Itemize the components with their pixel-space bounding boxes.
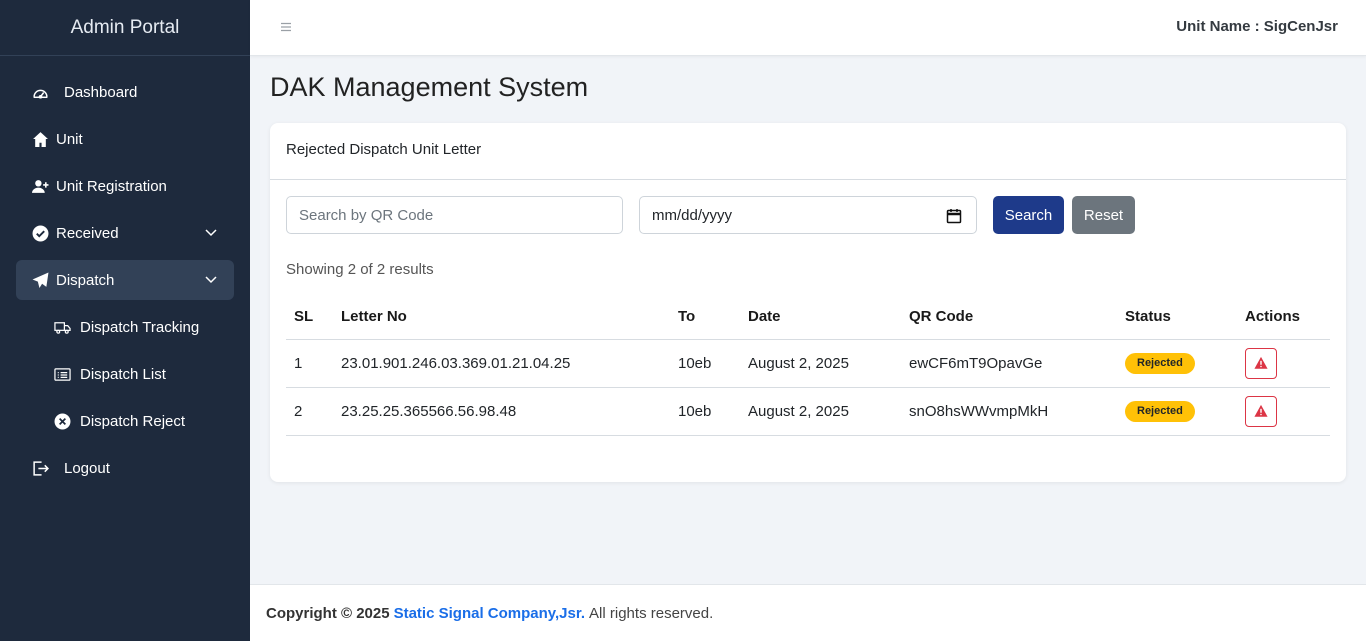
- results-count: Showing 2 of 2 results: [286, 261, 434, 278]
- top-bar: Unit Name : SigCenJsr: [250, 0, 1366, 56]
- sidebar-item-dashboard[interactable]: Dashboard: [16, 72, 234, 112]
- list-icon: [54, 366, 80, 383]
- column-header-date: Date: [740, 295, 901, 340]
- sidebar-item-label: Unit: [56, 130, 83, 148]
- cell-qr-code: ewCF6mT9OpavGe: [901, 339, 1117, 388]
- qr-search-placeholder: Search by QR Code: [299, 206, 434, 224]
- brand-title: Admin Portal: [0, 0, 250, 56]
- sidebar-item-received[interactable]: Received: [16, 213, 234, 253]
- sidebar-item-dispatch-list[interactable]: Dispatch List: [16, 354, 234, 394]
- warning-action-button[interactable]: [1245, 347, 1277, 379]
- calendar-icon[interactable]: [946, 208, 962, 224]
- reset-button[interactable]: Reset: [1072, 196, 1135, 234]
- footer-company-link[interactable]: Static Signal Company,Jsr.: [394, 605, 585, 622]
- cell-status: Rejected: [1117, 387, 1237, 436]
- paper-plane-icon: [32, 272, 56, 289]
- cell-to: 10eb: [670, 339, 740, 388]
- column-header-letter-no: Letter No: [333, 295, 670, 340]
- sidebar-item-label: Dashboard: [64, 83, 138, 101]
- unit-name-label: Unit Name : SigCenJsr: [1176, 18, 1338, 35]
- footer: Copyright © 2025 Static Signal Company,J…: [250, 584, 1366, 641]
- house-icon: [32, 131, 56, 148]
- sidebar-item-label: Dispatch: [56, 271, 115, 289]
- dashboard-gauge-icon: [32, 84, 56, 101]
- sidebar-item-unit-registration[interactable]: Unit Registration: [16, 166, 234, 206]
- column-header-actions: Actions: [1237, 295, 1330, 340]
- sidebar-item-unit[interactable]: Unit: [16, 119, 234, 159]
- sidebar-item-label: Dispatch Tracking: [80, 318, 200, 336]
- check-circle-icon: [32, 225, 56, 242]
- column-header-sl: SL: [286, 295, 333, 340]
- sidebar-item-label: Unit Registration: [56, 177, 167, 195]
- x-circle-icon: [54, 413, 80, 430]
- search-button[interactable]: Search: [993, 196, 1064, 234]
- cell-sl: 1: [286, 339, 333, 388]
- sidebar: Admin Portal Dashboard Unit Unit Registr…: [0, 0, 250, 641]
- date-filter-input[interactable]: mm/dd/yyyy: [639, 196, 977, 234]
- cell-date: August 2, 2025: [740, 387, 901, 436]
- footer-copyright: Copyright © 2025: [266, 604, 390, 622]
- sidebar-item-dispatch[interactable]: Dispatch: [16, 260, 234, 300]
- cell-to: 10eb: [670, 387, 740, 436]
- sidebar-item-label: Dispatch Reject: [80, 412, 186, 430]
- date-placeholder: mm/dd/yyyy: [652, 206, 733, 224]
- cell-status: Rejected: [1117, 339, 1237, 388]
- cell-qr-code: snO8hsWWvmpMkH: [901, 387, 1117, 436]
- hamburger-menu-icon[interactable]: [280, 20, 292, 34]
- column-header-qr-code: QR Code: [901, 295, 1117, 340]
- column-header-status: Status: [1117, 295, 1237, 340]
- chevron-down-icon: [205, 229, 217, 237]
- table-row: 2 23.25.25.365566.56.98.48 10eb August 2…: [286, 387, 1330, 436]
- chevron-down-icon: [205, 276, 217, 284]
- qr-search-input[interactable]: Search by QR Code: [286, 196, 623, 234]
- truck-icon: [54, 319, 80, 336]
- user-plus-icon: [32, 178, 56, 195]
- cell-actions: [1237, 387, 1330, 436]
- results-table: SL Letter No To Date QR Code Status Acti…: [286, 295, 1330, 436]
- warning-triangle-icon: [1254, 404, 1268, 417]
- sidebar-item-label: Dispatch List: [80, 365, 166, 383]
- logout-icon: [32, 460, 56, 477]
- cell-date: August 2, 2025: [740, 339, 901, 388]
- column-header-to: To: [670, 295, 740, 340]
- page-title: DAK Management System: [270, 72, 589, 102]
- rejected-dispatch-card: Rejected Dispatch Unit Letter Search by …: [270, 123, 1346, 482]
- warning-triangle-icon: [1254, 356, 1268, 369]
- sidebar-item-logout[interactable]: Logout: [16, 448, 234, 488]
- status-badge: Rejected: [1125, 400, 1195, 422]
- footer-rights: All rights reserved.: [589, 604, 714, 622]
- card-header: Rejected Dispatch Unit Letter: [270, 123, 1346, 180]
- sidebar-item-dispatch-tracking[interactable]: Dispatch Tracking: [16, 307, 234, 347]
- dispatch-submenu: Dispatch Tracking Dispatch List Dispatch…: [0, 307, 250, 441]
- cell-sl: 2: [286, 387, 333, 436]
- cell-letter-no: 23.25.25.365566.56.98.48: [333, 387, 670, 436]
- warning-action-button[interactable]: [1245, 395, 1277, 427]
- sidebar-item-dispatch-reject[interactable]: Dispatch Reject: [16, 401, 234, 441]
- cell-letter-no: 23.01.901.246.03.369.01.21.04.25: [333, 339, 670, 388]
- status-badge: Rejected: [1125, 352, 1195, 374]
- sidebar-item-label: Logout: [64, 459, 110, 477]
- sidebar-nav: Dashboard Unit Unit Registration Receive…: [0, 56, 250, 488]
- sidebar-item-label: Received: [56, 224, 119, 242]
- table-row: 1 23.01.901.246.03.369.01.21.04.25 10eb …: [286, 339, 1330, 388]
- cell-actions: [1237, 339, 1330, 388]
- table-header-row: SL Letter No To Date QR Code Status Acti…: [286, 295, 1330, 340]
